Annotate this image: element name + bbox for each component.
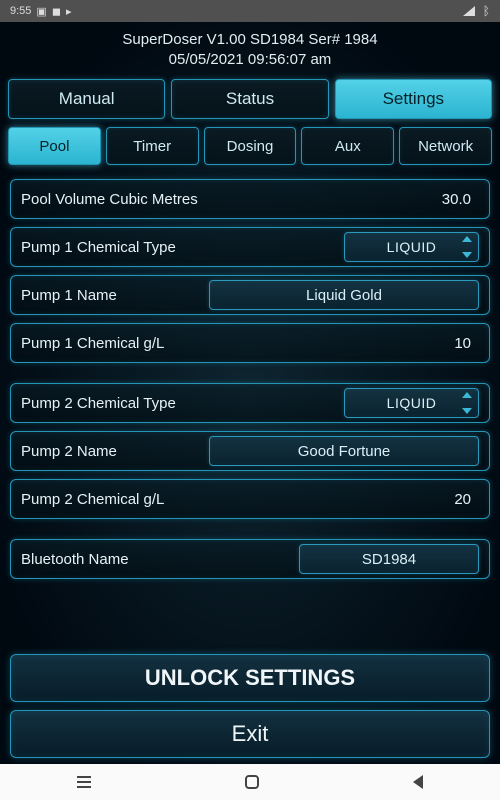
- nav-back-button[interactable]: [413, 775, 423, 789]
- label-pump2-name: Pump 2 Name: [21, 443, 117, 460]
- nav-recents-button[interactable]: [77, 776, 91, 788]
- app-body: SuperDoser V1.00 SD1984 Ser# 1984 05/05/…: [0, 22, 500, 764]
- bluetooth-icon: ᛒ: [483, 4, 490, 18]
- header-line1: SuperDoser V1.00 SD1984 Ser# 1984: [6, 30, 494, 50]
- value-pump1-gpl: 10: [454, 335, 479, 352]
- row-pump2-type: Pump 2 Chemical Type LIQUID: [10, 383, 490, 423]
- nav-home-button[interactable]: [245, 775, 259, 789]
- unlock-settings-button[interactable]: UNLOCK SETTINGS: [10, 654, 490, 702]
- sub-tab-bar: Pool Timer Dosing Aux Network: [8, 127, 492, 165]
- recents-icon: [77, 776, 91, 788]
- app-header: SuperDoser V1.00 SD1984 Ser# 1984 05/05/…: [6, 24, 494, 79]
- android-status-bar: 9:55 ▣ ◼ ▸ ᛒ: [0, 0, 500, 22]
- subtab-pool[interactable]: Pool: [8, 127, 101, 165]
- label-pump2-gpl: Pump 2 Chemical g/L: [21, 491, 164, 508]
- select-value: LIQUID: [387, 239, 437, 255]
- stepper-arrows-icon: [460, 392, 474, 414]
- settings-list: Pool Volume Cubic Metres 30.0 Pump 1 Che…: [6, 179, 494, 579]
- label-pump1-type: Pump 1 Chemical Type: [21, 239, 176, 256]
- row-pump1-gpl[interactable]: Pump 1 Chemical g/L 10: [10, 323, 490, 363]
- label-pump1-gpl: Pump 1 Chemical g/L: [21, 335, 164, 352]
- home-icon: [245, 775, 259, 789]
- value-pump2-gpl: 20: [454, 491, 479, 508]
- status-time: 9:55: [10, 5, 31, 17]
- subtab-timer[interactable]: Timer: [106, 127, 199, 165]
- status-app-icon: ◼: [52, 5, 61, 18]
- input-bt-name[interactable]: SD1984: [299, 544, 479, 574]
- row-bluetooth-name: Bluetooth Name SD1984: [10, 539, 490, 579]
- subtab-aux[interactable]: Aux: [301, 127, 394, 165]
- row-pump2-name: Pump 2 Name Good Fortune: [10, 431, 490, 471]
- row-pump2-gpl[interactable]: Pump 2 Chemical g/L 20: [10, 479, 490, 519]
- bottom-buttons: UNLOCK SETTINGS Exit: [6, 646, 494, 758]
- row-pool-volume[interactable]: Pool Volume Cubic Metres 30.0: [10, 179, 490, 219]
- subtab-network[interactable]: Network: [399, 127, 492, 165]
- status-app-icon: ▸: [66, 5, 72, 18]
- tab-manual[interactable]: Manual: [8, 79, 165, 119]
- signal-icon: [463, 6, 475, 16]
- label-pump2-type: Pump 2 Chemical Type: [21, 395, 176, 412]
- label-pool-volume: Pool Volume Cubic Metres: [21, 191, 198, 208]
- select-pump2-type[interactable]: LIQUID: [344, 388, 479, 418]
- input-pump2-name[interactable]: Good Fortune: [209, 436, 479, 466]
- header-line2: 05/05/2021 09:56:07 am: [6, 50, 494, 70]
- select-pump1-type[interactable]: LIQUID: [344, 232, 479, 262]
- row-pump1-type: Pump 1 Chemical Type LIQUID: [10, 227, 490, 267]
- exit-button[interactable]: Exit: [10, 710, 490, 758]
- tab-status[interactable]: Status: [171, 79, 328, 119]
- subtab-dosing[interactable]: Dosing: [204, 127, 297, 165]
- tab-settings[interactable]: Settings: [335, 79, 492, 119]
- label-bt-name: Bluetooth Name: [21, 551, 129, 568]
- label-pump1-name: Pump 1 Name: [21, 287, 117, 304]
- row-pump1-name: Pump 1 Name Liquid Gold: [10, 275, 490, 315]
- main-tab-bar: Manual Status Settings: [8, 79, 492, 119]
- select-value: LIQUID: [387, 395, 437, 411]
- stepper-arrows-icon: [460, 236, 474, 258]
- android-nav-bar: [0, 764, 500, 800]
- status-app-icon: ▣: [36, 5, 46, 18]
- back-icon: [413, 775, 423, 789]
- value-pool-volume: 30.0: [442, 191, 479, 208]
- input-pump1-name[interactable]: Liquid Gold: [209, 280, 479, 310]
